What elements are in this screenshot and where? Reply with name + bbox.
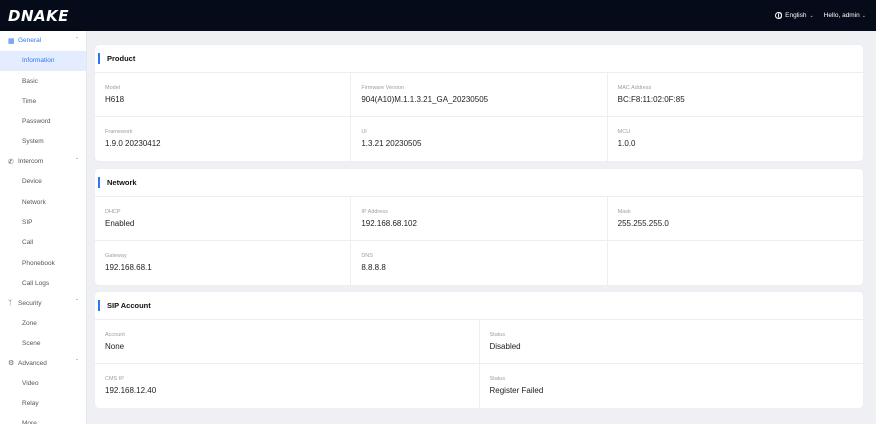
sidebar-group-label: Security <box>18 299 42 307</box>
framework-cell: Framework 1.9.0 20230412 <box>95 117 352 161</box>
ui-cell: UI 1.3.21 20230505 <box>351 117 608 161</box>
mcu-cell: MCU 1.0.0 <box>608 117 863 161</box>
user-greeting: Hello, admin <box>823 12 860 19</box>
sidebar-item-more[interactable]: More <box>0 414 86 424</box>
field-label: Status <box>489 332 506 338</box>
section-accent-bar <box>98 300 100 311</box>
chevron-up-icon: ˆ <box>76 300 78 307</box>
sidebar-item-relay[interactable]: Relay <box>0 394 86 414</box>
chevron-up-icon: ˆ <box>76 158 78 165</box>
sidebar-group-label: General <box>18 37 42 45</box>
dnake-logo[interactable]: DNAKE <box>8 7 69 25</box>
user-icon: ᛉ <box>8 299 13 307</box>
user-menu[interactable]: Hello, admin ⌄ <box>824 12 866 19</box>
sidebar-item-zone[interactable]: Zone <box>0 313 86 333</box>
status-value: Disabled <box>489 342 521 351</box>
sidebar-item-system[interactable]: System <box>0 132 86 152</box>
sidebar-group-label: Intercom <box>18 158 44 166</box>
field-label: IP Address <box>361 209 388 215</box>
firmware-cell: Firmware Version 904(A10)M.1.1.3.21_GA_2… <box>351 73 608 116</box>
empty-cell <box>608 241 863 285</box>
status-cell: Status Disabled <box>480 320 864 363</box>
section-accent-bar <box>98 53 100 64</box>
top-bar: DNAKE English ⌄ Hello, admin ⌄ <box>0 0 876 31</box>
chevron-down-icon: ⌄ <box>861 12 866 19</box>
dns-value: 8.8.8.8 <box>361 263 386 272</box>
field-label: Framework <box>105 129 133 135</box>
account-value: None <box>105 342 125 351</box>
cms-ip-cell: CMS IP 192.168.12.40 <box>95 364 480 408</box>
field-label: MCU <box>617 129 631 135</box>
field-label: MAC Address <box>617 85 652 91</box>
chevron-up-icon: ˆ <box>76 37 78 44</box>
model-cell: Model H618 <box>95 73 352 116</box>
sip-account-card: SIP Account Account None Status Disabled… <box>95 292 863 408</box>
field-label: Status <box>489 376 506 382</box>
mask-cell: Mask 255.255.255.0 <box>608 197 863 240</box>
network-card: Network DHCP Enabled IP Address 192.168.… <box>95 169 863 285</box>
gateway-cell: Gateway 192.168.68.1 <box>95 241 352 285</box>
field-label: Model <box>105 85 120 91</box>
field-label: UI <box>361 129 367 135</box>
sidebar-item-device[interactable]: Device <box>0 172 86 192</box>
mac-cell: MAC Address BC:F8:11:02:0F:85 <box>608 73 863 116</box>
sidebar-group-general[interactable]: ▦ General ˆ <box>0 31 86 51</box>
mask-value: 255.255.255.0 <box>617 219 669 228</box>
dhcp-cell: DHCP Enabled <box>95 197 352 240</box>
field-label: DHCP <box>105 209 121 215</box>
language-selector[interactable]: English ⌄ <box>775 12 814 19</box>
model-value: H618 <box>105 95 125 104</box>
sidebar-item-network[interactable]: Network <box>0 192 86 212</box>
ip-value: 192.168.68.102 <box>361 219 417 228</box>
sidebar-item-time[interactable]: Time <box>0 91 86 111</box>
sidebar-item-phonebook[interactable]: Phonebook <box>0 253 86 273</box>
grid-icon: ▦ <box>8 37 15 45</box>
chevron-down-icon: ⌄ <box>809 12 814 19</box>
sidebar: ▦ General ˆ Information Basic Time Passw… <box>0 31 87 424</box>
globe-icon <box>775 12 783 19</box>
framework-value: 1.9.0 20230412 <box>105 139 161 148</box>
ip-cell: IP Address 192.168.68.102 <box>351 197 608 240</box>
product-card: Product Model H618 Firmware Version 904(… <box>95 45 863 161</box>
sidebar-item-scene[interactable]: Scene <box>0 333 86 353</box>
sidebar-item-call[interactable]: Call <box>0 233 86 253</box>
sidebar-item-call-logs[interactable]: Call Logs <box>0 273 86 293</box>
phone-icon: ✆ <box>8 158 14 166</box>
sidebar-group-intercom[interactable]: ✆ Intercom ˆ <box>0 152 86 172</box>
sidebar-item-basic[interactable]: Basic <box>0 71 86 91</box>
register-status-value: Register Failed <box>489 386 544 395</box>
section-title: SIP Account <box>107 301 151 310</box>
chevron-up-icon: ˆ <box>76 360 78 367</box>
field-label: Firmware Version <box>361 85 405 91</box>
sidebar-item-video[interactable]: Video <box>0 373 86 393</box>
field-label: DNS <box>361 253 373 259</box>
register-status-cell: Status Register Failed <box>480 364 864 408</box>
dns-cell: DNS 8.8.8.8 <box>351 241 608 285</box>
account-cell: Account None <box>95 320 480 363</box>
field-label: CMS IP <box>105 376 124 382</box>
sidebar-group-security[interactable]: ᛉ Security ˆ <box>0 293 86 313</box>
language-label: English <box>785 12 807 19</box>
field-label: Mask <box>617 209 631 215</box>
section-title: Network <box>107 178 137 187</box>
field-label: Account <box>105 332 125 338</box>
sidebar-group-advanced[interactable]: ⚙ Advanced ˆ <box>0 354 86 374</box>
section-accent-bar <box>98 177 100 188</box>
section-title: Product <box>107 54 136 63</box>
firmware-value: 904(A10)M.1.1.3.21_GA_20230505 <box>361 95 489 104</box>
mcu-value: 1.0.0 <box>617 139 636 148</box>
field-label: Gateway <box>105 253 127 259</box>
cms-ip-value: 192.168.12.40 <box>105 386 157 395</box>
gateway-value: 192.168.68.1 <box>105 263 152 272</box>
sidebar-item-sip[interactable]: SIP <box>0 212 86 232</box>
mac-value: BC:F8:11:02:0F:85 <box>617 95 685 104</box>
sidebar-group-label: Advanced <box>18 359 47 367</box>
sidebar-item-information[interactable]: Information <box>0 50 86 71</box>
sidebar-item-password[interactable]: Password <box>0 111 86 131</box>
ui-value: 1.3.21 20230505 <box>361 139 422 148</box>
gear-icon: ⚙ <box>8 360 15 368</box>
dhcp-value: Enabled <box>105 219 135 228</box>
